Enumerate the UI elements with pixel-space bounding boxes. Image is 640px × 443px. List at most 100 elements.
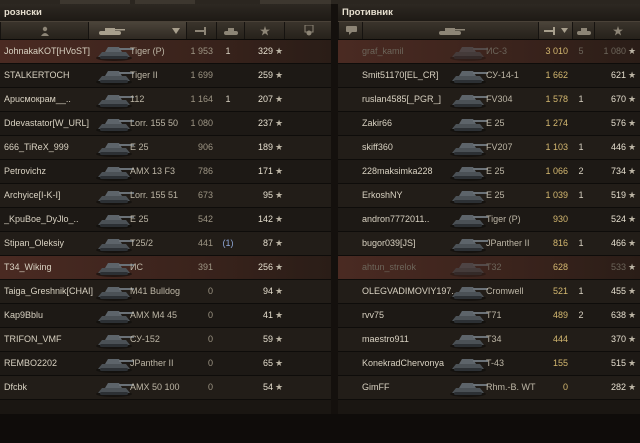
- player-column-header[interactable]: [0, 22, 89, 39]
- player-row[interactable]: Archyice[I-K-I] Lorr. 155 51 673 95 ★: [0, 184, 331, 208]
- player-row[interactable]: ErkoshNY E 25 1 039 1 519 ★: [338, 184, 640, 208]
- player-row[interactable]: Dfcbk AMX 50 100 0 54 ★: [0, 376, 331, 400]
- frags-value: [570, 352, 592, 375]
- xp-value: 95: [262, 190, 273, 200]
- tank-icon: [446, 65, 490, 86]
- frags-value: 1: [578, 286, 584, 296]
- tank-icon: [446, 161, 490, 182]
- player-row[interactable]: rvv75 T71 489 2 638 ★: [338, 304, 640, 328]
- xp-column-header[interactable]: [244, 22, 285, 39]
- damage-value: 0: [207, 334, 213, 344]
- xp-value: 282: [610, 382, 626, 392]
- star-icon: ★: [274, 310, 284, 320]
- frags-icon: [577, 27, 591, 35]
- player-row[interactable]: andron7772011.. Tiger (P) 930 524 ★: [338, 208, 640, 232]
- star-icon: ★: [274, 358, 284, 368]
- xp-value: 189: [257, 142, 273, 152]
- player-row[interactable]: graf_kamil ИС-3 3 010 5 1 080 ★: [338, 40, 640, 64]
- player-row[interactable]: Stipan_Oleksiy T25/2 441 (1) 87 ★: [0, 232, 331, 256]
- tank-icon: [446, 305, 490, 326]
- star-icon: ★: [627, 166, 637, 176]
- damage-value: 155: [552, 358, 568, 368]
- xp-value: 142: [257, 214, 273, 224]
- player-row[interactable]: Ddevastator[W_URL] Lorr. 155 50 1 080 237 ★: [0, 112, 331, 136]
- tank-icon: [446, 257, 490, 278]
- xp-star-icon: [613, 25, 623, 35]
- player-row[interactable]: _KpuBoe_DyJlo_.. E 25 542 142 ★: [0, 208, 331, 232]
- vehicle-column-header[interactable]: [88, 22, 187, 39]
- chat-column-header[interactable]: [338, 22, 363, 39]
- vehicle-column-header[interactable]: [362, 22, 539, 39]
- vehicle-name: E 25: [130, 142, 149, 152]
- tank-icon: [446, 137, 490, 158]
- frags-column-header[interactable]: [216, 22, 245, 39]
- player-row[interactable]: STALKERTOCH Tiger II 1 699 259 ★: [0, 64, 331, 88]
- star-icon: ★: [274, 46, 284, 56]
- damage-value: 1 164: [190, 94, 213, 104]
- vehicle-name: JPanther II: [130, 358, 174, 368]
- player-row[interactable]: Smit51170[EL_CR] СУ-14-1 1 662 621 ★: [338, 64, 640, 88]
- chevron-down-icon: [561, 28, 568, 33]
- xp-value: 466: [610, 238, 626, 248]
- damage-value: 1 662: [545, 70, 568, 80]
- medal-column-header[interactable]: [284, 22, 331, 39]
- frags-value: [216, 352, 240, 375]
- player-name: STALKERTOCH: [4, 70, 70, 80]
- player-row[interactable]: Taiga_Greshnik[CHAI] M41 Bulldog 0 94 ★: [0, 280, 331, 304]
- player-row[interactable]: JohnakaKOT[HVoST] Tiger (P) 1 953 1 329 ★: [0, 40, 331, 64]
- player-row[interactable]: TRIFON_VMF СУ-152 0 59 ★: [0, 328, 331, 352]
- xp-value: 237: [257, 118, 273, 128]
- player-row[interactable]: REMBO2202 JPanther II 0 65 ★: [0, 352, 331, 376]
- vehicle-name: Tiger II: [130, 70, 158, 80]
- vehicle-name: T25/2: [130, 238, 154, 248]
- star-icon: ★: [274, 166, 284, 176]
- damage-value: 1 699: [190, 70, 213, 80]
- star-icon: ★: [274, 334, 284, 344]
- player-row[interactable]: 228maksimka228 E 25 1 066 2 734 ★: [338, 160, 640, 184]
- xp-value: 54: [262, 382, 273, 392]
- vehicle-name: E 25: [486, 118, 505, 128]
- xp-column-header[interactable]: [594, 22, 640, 39]
- player-row[interactable]: ruslan4585[_PGR_] FV304 1 578 1 670 ★: [338, 88, 640, 112]
- player-row[interactable]: OLEGVADIMOVIY197.. Cromwell 521 1 455 ★: [338, 280, 640, 304]
- player-row[interactable]: 666_TiReX_999 E 25 906 189 ★: [0, 136, 331, 160]
- star-icon: ★: [627, 118, 637, 128]
- frags-value: 2: [578, 310, 584, 320]
- damage-value: 930: [552, 214, 568, 224]
- damage-column-header[interactable]: [538, 22, 573, 39]
- player-row[interactable]: Kap9Bblu AMX M4 45 0 41 ★: [0, 304, 331, 328]
- enemies-panel: Противник graf_kamil ИС-3 3 010 5 1 080 ★ Smi…: [338, 4, 640, 414]
- player-row[interactable]: bugor039[JS] JPanther II 816 1 466 ★: [338, 232, 640, 256]
- xp-value: 59: [262, 334, 273, 344]
- frags-value: [216, 256, 240, 279]
- player-row[interactable]: maestro911 T34 444 370 ★: [338, 328, 640, 352]
- vehicle-name: Cromwell: [486, 286, 524, 296]
- player-row[interactable]: Apucмокрам__.. 112 1 164 1 207 ★: [0, 88, 331, 112]
- tank-icon: [446, 329, 490, 350]
- frags-column-header[interactable]: [572, 22, 595, 39]
- vehicle-name: M41 Bulldog: [130, 286, 181, 296]
- xp-value: 41: [262, 310, 273, 320]
- xp-value: 446: [610, 142, 626, 152]
- player-row[interactable]: Zakir66 E 25 1 274 576 ★: [338, 112, 640, 136]
- tank-icon: [446, 377, 490, 398]
- xp-value: 94: [262, 286, 273, 296]
- player-row[interactable]: ahtun_strelok T32 628 533 ★: [338, 256, 640, 280]
- player-row[interactable]: skiff360 FV207 1 103 1 446 ★: [338, 136, 640, 160]
- player-name: _KpuBoe_DyJlo_..: [4, 214, 79, 224]
- player-row[interactable]: GimFF Rhm.-B. WT 0 282 ★: [338, 376, 640, 400]
- player-name: REMBO2202: [4, 358, 58, 368]
- damage-value: 441: [197, 238, 213, 248]
- player-name: Stipan_Oleksiy: [4, 238, 65, 248]
- damage-column-header[interactable]: [186, 22, 217, 39]
- damage-value: 1 103: [545, 142, 568, 152]
- player-row[interactable]: Petrovichz AMX 13 F3 786 171 ★: [0, 160, 331, 184]
- xp-value: 370: [610, 334, 626, 344]
- player-row[interactable]: T34_Wiking ИС 391 256 ★: [0, 256, 331, 280]
- player-name: JohnakaKOT[HVoST]: [4, 46, 91, 56]
- vehicle-name: Lorr. 155 50: [130, 118, 179, 128]
- star-icon: ★: [274, 238, 284, 248]
- xp-value: 524: [610, 214, 626, 224]
- player-row[interactable]: KonekradChervonya T-43 155 515 ★: [338, 352, 640, 376]
- allies-panel: рознски JohnakaKOT[HVoST] Tiger (P) 1 953 1…: [0, 4, 331, 414]
